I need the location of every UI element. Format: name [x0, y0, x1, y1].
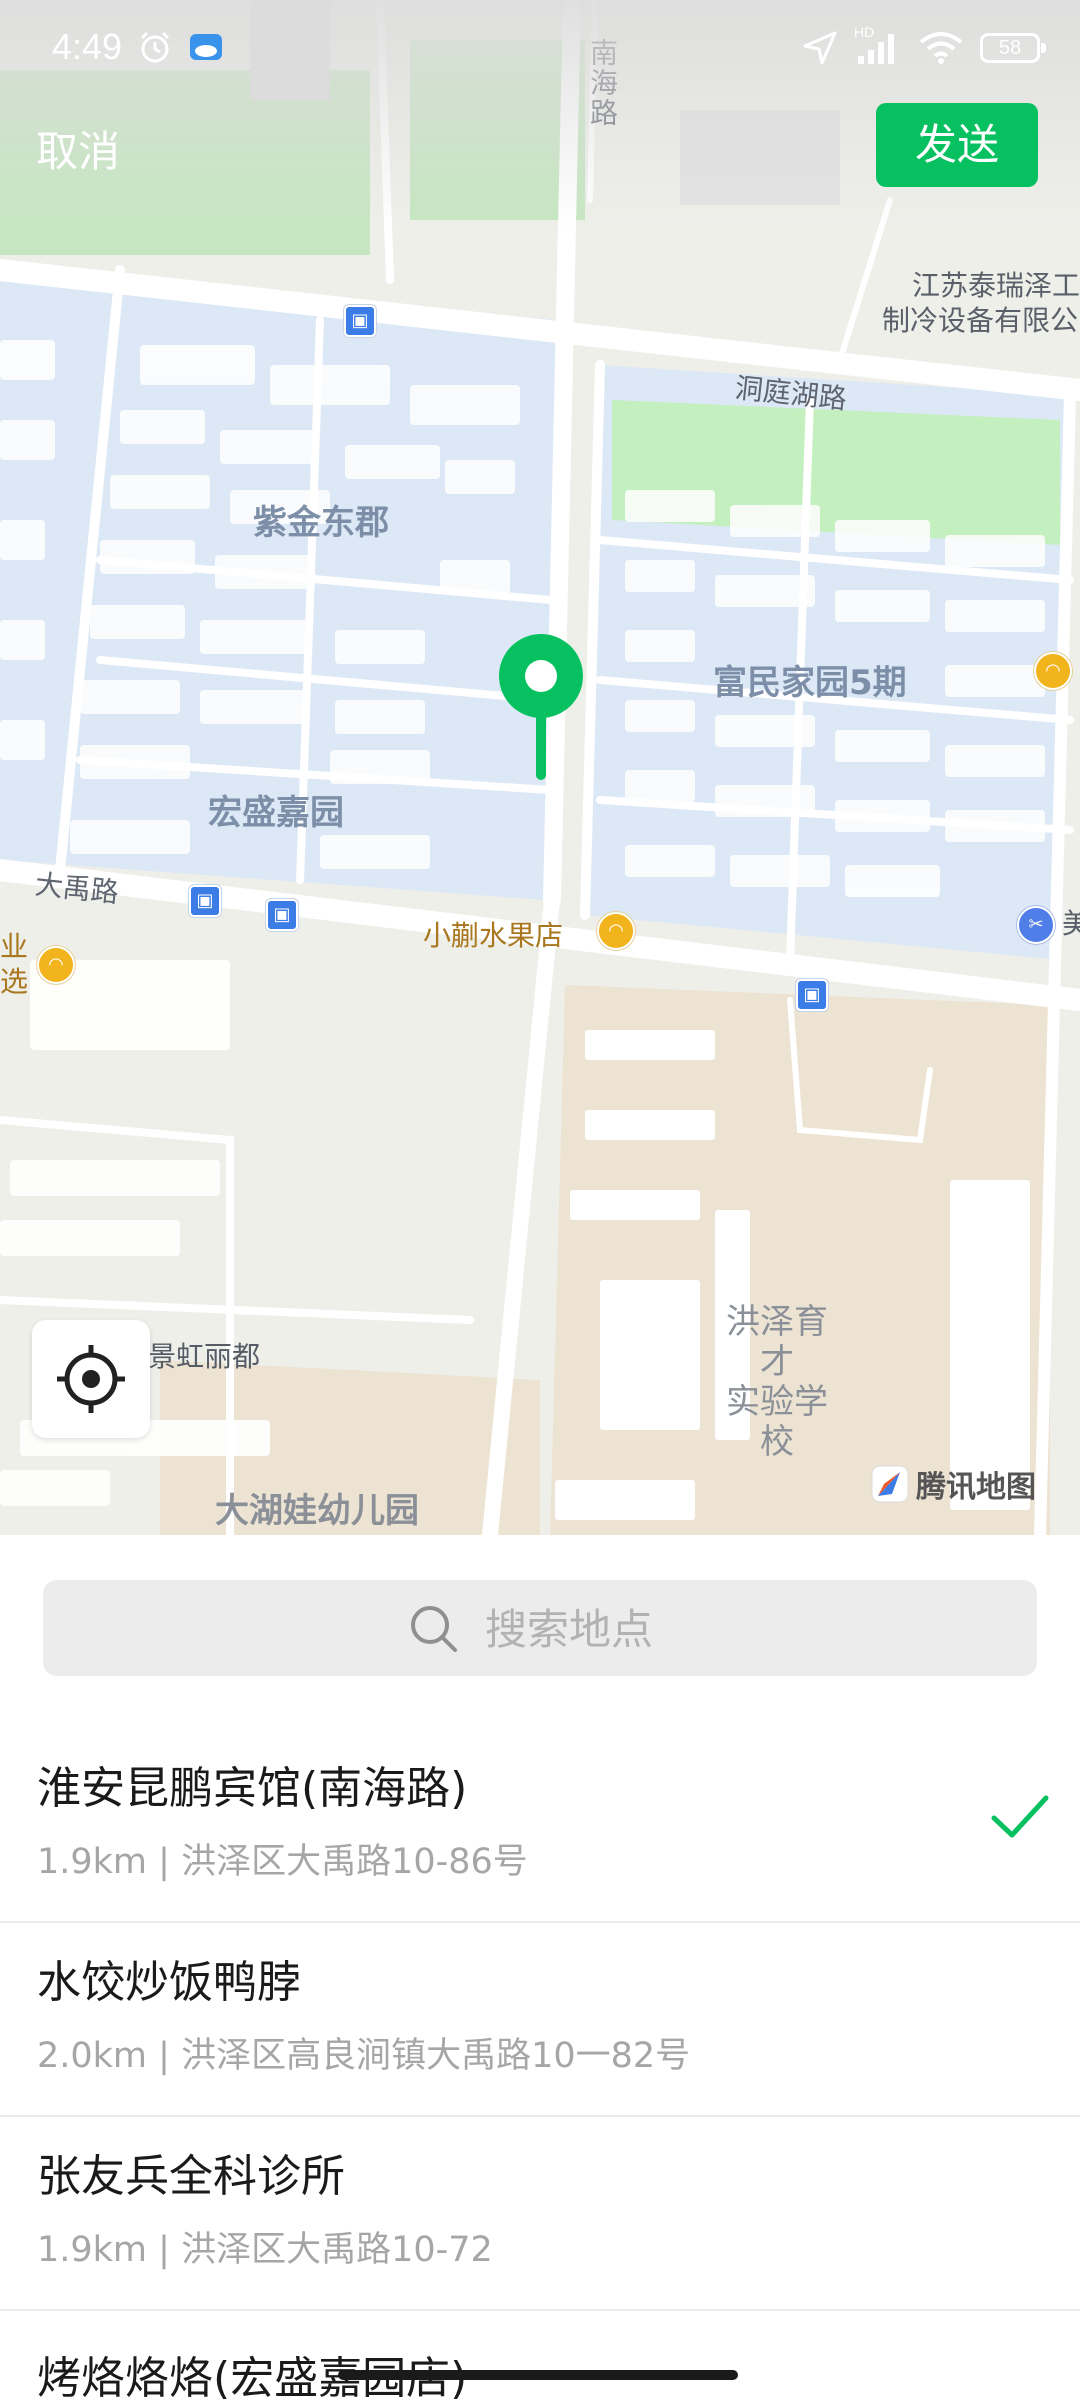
- bus-stop-icon[interactable]: ▣: [344, 305, 376, 337]
- result-name: 水饺炒饭鸭脖: [37, 1957, 301, 2008]
- result-name: 淮安昆鹏宾馆(南海路): [37, 1763, 468, 1814]
- result-item-3[interactable]: 烤烙烙烙(宏盛嘉园店): [0, 2312, 1080, 2400]
- area-label-hongsheng: 宏盛嘉园: [208, 793, 344, 833]
- cancel-button[interactable]: 取消: [36, 118, 120, 179]
- company-label-line1: 江苏泰瑞泽工: [912, 269, 1080, 302]
- poi-label-edge-line2: 选: [0, 965, 29, 998]
- result-name: 张友兵全科诊所: [37, 2151, 345, 2202]
- alarm-icon: [140, 31, 170, 63]
- map-watermark-text: 腾讯地图: [916, 1470, 1036, 1505]
- area-label-jinghong: 景虹丽都: [148, 1340, 261, 1373]
- location-arrow-icon: [803, 31, 837, 65]
- divider: [0, 1921, 1080, 1923]
- result-address: 1.9km | 洪泽区大禹路10-72: [37, 2230, 493, 2270]
- poi-label-edge-line1: 业: [0, 930, 29, 963]
- company-label-line2: 制冷设备有限公: [882, 304, 1079, 337]
- result-address: 2.0km | 洪泽区高良涧镇大禹路10一82号: [37, 2036, 691, 2076]
- status-bar: 4:49 HD 58: [0, 0, 1080, 100]
- result-address: 1.9km | 洪泽区大禹路10-86号: [37, 1842, 528, 1882]
- area-label-fumin: 富民家园5期: [713, 663, 907, 703]
- result-item-0[interactable]: 淮安昆鹏宾馆(南海路) 1.9km | 洪泽区大禹路10-86号: [0, 1730, 1080, 1923]
- search-bar[interactable]: [43, 1580, 1037, 1678]
- locate-me-button[interactable]: [32, 1320, 150, 1438]
- salon-poi-icon[interactable]: ✂: [1017, 906, 1055, 944]
- map-view[interactable]: 南海路 江苏泰瑞泽工 制冷设备有限公 洞庭湖路 紫金东郡 富民家园5期 宏盛嘉园…: [0, 0, 1080, 1535]
- search-icon: [411, 1606, 457, 1652]
- wifi-icon: [919, 32, 963, 64]
- school-label: 洪泽育才 实验学校: [712, 1302, 842, 1462]
- result-item-1[interactable]: 水饺炒饭鸭脖 2.0km | 洪泽区高良涧镇大禹路10一82号: [0, 1924, 1080, 2117]
- crosshair-icon: [57, 1345, 125, 1413]
- network-badge: HD: [854, 24, 875, 40]
- status-time: 4:49: [52, 26, 123, 67]
- shop-poi-icon[interactable]: ◠: [597, 912, 635, 950]
- result-item-2[interactable]: 张友兵全科诊所 1.9km | 洪泽区大禹路10-72: [0, 2118, 1080, 2311]
- send-button[interactable]: 发送: [876, 103, 1038, 187]
- poi-label-right-edge: 美: [1062, 907, 1080, 940]
- shop-poi-icon[interactable]: ◠: [37, 946, 75, 984]
- place-list-sheet: 淮安昆鹏宾馆(南海路) 1.9km | 洪泽区大禹路10-86号 水饺炒饭鸭脖 …: [0, 1535, 1080, 2400]
- road-label-dayu: 大禹路: [33, 867, 121, 910]
- school-label-line1: 洪泽育才: [726, 1302, 828, 1382]
- area-label-zijin: 紫金东郡: [253, 503, 389, 543]
- location-pin-icon: [499, 634, 583, 780]
- divider: [0, 2309, 1080, 2311]
- bus-stop-icon[interactable]: ▣: [189, 885, 221, 917]
- tencent-map-icon: [871, 1465, 909, 1503]
- shop-poi-icon[interactable]: ◠: [1034, 652, 1072, 690]
- checkmark-icon: [991, 1795, 1049, 1838]
- signal-icon: HD: [854, 24, 902, 66]
- divider: [0, 2115, 1080, 2117]
- bus-stop-icon[interactable]: ▣: [796, 979, 828, 1011]
- search-input[interactable]: [483, 1580, 1007, 1678]
- home-indicator[interactable]: [338, 2370, 738, 2380]
- bus-stop-icon[interactable]: ▣: [266, 899, 298, 931]
- weather-icon: [190, 34, 222, 60]
- map-provider-logo: 腾讯地图: [870, 1462, 1036, 1506]
- status-right: HD 58: [802, 24, 1046, 68]
- area-label-kindergarten: 大湖娃幼儿园: [215, 1491, 419, 1531]
- poi-label-fruit-shop[interactable]: 小蒯水果店: [423, 914, 563, 954]
- school-label-line2: 实验学校: [726, 1382, 828, 1462]
- battery-icon: 58: [980, 33, 1046, 63]
